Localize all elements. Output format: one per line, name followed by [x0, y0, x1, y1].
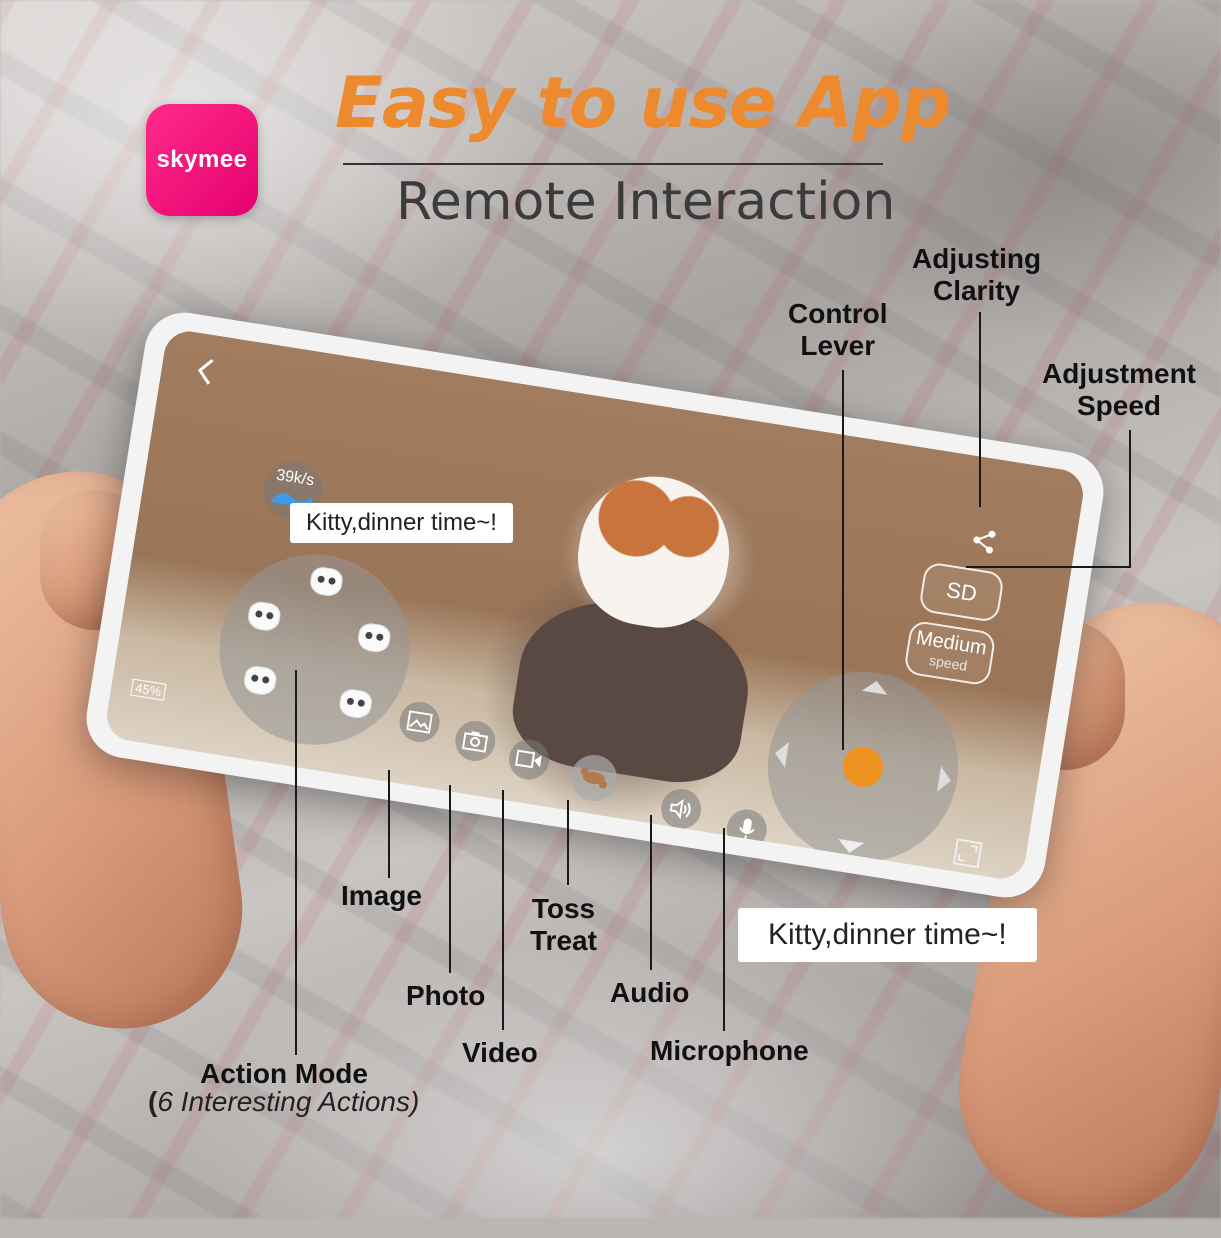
control-lever-line-2: Lever — [800, 330, 876, 361]
speed-callout-line — [1129, 430, 1131, 568]
adjusting-clarity-line-1: Adjusting — [912, 243, 1042, 274]
adjusting-clarity-label: Adjusting Clarity — [912, 243, 1041, 307]
headline-title: Easy to use App — [335, 62, 951, 144]
toss-treat-label: Toss Treat — [530, 893, 597, 957]
photo-label: Photo — [406, 980, 486, 1011]
action-mode-sublabel-paren: ( — [148, 1086, 158, 1117]
joystick-up-arrow[interactable] — [861, 678, 890, 695]
chevron-left-icon[interactable] — [194, 355, 218, 388]
microphone-label: Microphone — [650, 1035, 809, 1066]
action-mode-callout-line — [295, 670, 297, 1055]
clarity-callout-line — [979, 312, 981, 507]
adjustment-speed-label: Adjustment Speed — [1042, 358, 1196, 422]
app-name: skymee — [156, 146, 248, 173]
skymee-app-logo: skymee — [146, 104, 258, 216]
adjustment-speed-line-2: Speed — [1076, 390, 1162, 421]
share-icon[interactable] — [969, 526, 999, 556]
control-lever-joystick[interactable] — [754, 658, 972, 876]
image-button[interactable] — [396, 699, 443, 745]
headline-subtitle: Remote Interaction — [396, 172, 896, 232]
speed-medium-button[interactable]: Medium speed — [903, 619, 997, 687]
image-callout-line — [388, 770, 390, 878]
image-icon — [406, 710, 433, 734]
camera-icon — [461, 731, 489, 753]
audio-button[interactable] — [658, 786, 705, 832]
action-mode-sublabel: (6 Interesting Actions) — [148, 1086, 419, 1118]
joystick-left-arrow[interactable] — [773, 740, 789, 768]
screen-speech-bubble: Kitty,dinner time~! — [290, 503, 513, 543]
battery-text: 45% — [134, 680, 163, 700]
microphone-button[interactable] — [723, 806, 770, 853]
microphone-icon — [739, 818, 755, 841]
callout-speech-bubble: Kitty,dinner time~! — [738, 908, 1037, 962]
fullscreen-icon[interactable] — [952, 837, 984, 869]
video-label: Video — [462, 1037, 538, 1068]
joystick-down-arrow[interactable] — [836, 838, 865, 855]
video-callout-line — [502, 790, 504, 1030]
action-mode-sublabel-text: 6 Interesting Actions) — [157, 1086, 420, 1117]
joystick-right-arrow[interactable] — [936, 766, 953, 794]
clarity-sd-button[interactable]: SD — [918, 561, 1005, 624]
speaker-icon — [669, 798, 691, 820]
action-mode-pad[interactable] — [205, 540, 424, 759]
headline-divider — [343, 163, 883, 165]
audio-callout-line — [650, 815, 652, 970]
toss-treat-line-1: Toss — [531, 893, 596, 924]
action-owl-4[interactable] — [242, 664, 279, 697]
photo-callout-line — [449, 785, 451, 973]
control-lever-callout-line — [842, 370, 844, 750]
battery-indicator: 45% — [130, 678, 167, 701]
clarity-sd-label: SD — [944, 576, 979, 607]
joystick-knob[interactable] — [840, 744, 886, 790]
adjustment-speed-line-1: Adjustment — [1042, 358, 1196, 389]
action-owl-2[interactable] — [246, 600, 283, 633]
action-owl-1[interactable] — [308, 565, 345, 599]
control-lever-line-1: Control — [788, 298, 888, 329]
treat-bone-icon — [580, 767, 608, 789]
toss-treat-callout-line — [567, 800, 569, 885]
image-label: Image — [341, 880, 422, 911]
video-camera-icon — [514, 749, 542, 769]
toss-treat-line-2: Treat — [530, 925, 597, 956]
action-owl-5[interactable] — [337, 687, 374, 721]
speed-callout-line-h — [966, 566, 1131, 568]
action-owl-3[interactable] — [356, 621, 393, 655]
control-lever-label: Control Lever — [788, 298, 888, 362]
audio-label: Audio — [610, 977, 690, 1008]
adjusting-clarity-line-2: Clarity — [932, 275, 1021, 306]
photo-button[interactable] — [452, 718, 499, 764]
microphone-callout-line — [723, 828, 725, 1031]
